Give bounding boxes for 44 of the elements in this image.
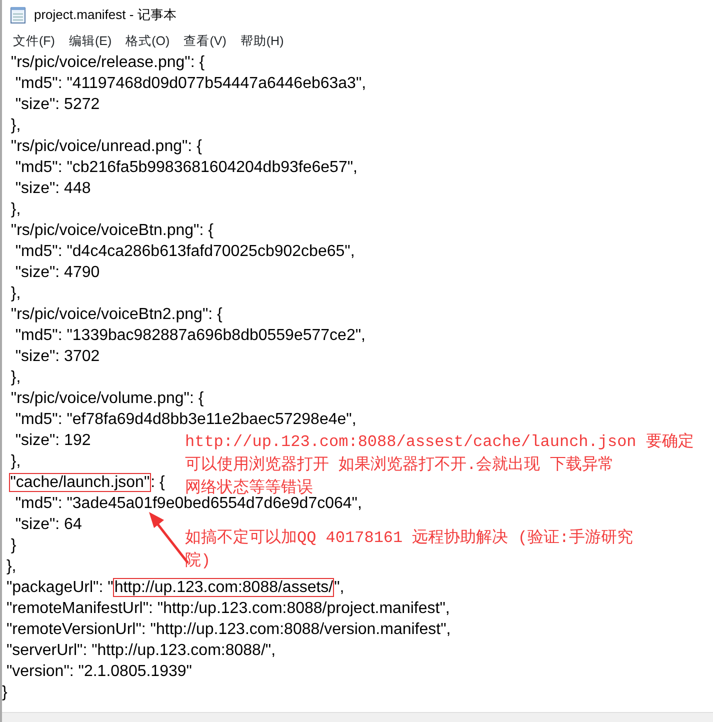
code-line: "rs/pic/voice/voiceBtn2.png": { xyxy=(10,305,222,325)
code-line: "remoteVersionUrl": "http://up.123.com:8088/version.manifest", xyxy=(5,620,451,640)
code-line: "md5": "1339bac982887a696b8db0559e577ce2", xyxy=(14,326,366,346)
code-line: }, xyxy=(10,116,21,136)
code-line: "version": "2.1.0805.1939" xyxy=(5,662,192,682)
notepad-icon xyxy=(10,6,26,24)
annotation-note: 如搞不定可以加QQ 40178161 远程协助解决 (验证:手游研究 院) xyxy=(185,528,634,572)
code-text: ", xyxy=(334,579,344,596)
horizontal-scrollbar[interactable] xyxy=(2,712,713,722)
code-line: "rs/pic/voice/voiceBtn.png": { xyxy=(10,221,214,241)
annotation-note: http://up.123.com:8088/assest/cache/launch.json 要确定 可以使用浏览器打开 如果浏览器打不开.会就出现 下载异常 网络状态等等错误 xyxy=(185,432,694,497)
code-line: "size": 3702 xyxy=(14,347,100,367)
menu-item[interactable]: 编辑(E) xyxy=(62,32,119,50)
menu-item[interactable]: 文件(F) xyxy=(6,32,62,50)
code-line: }, xyxy=(5,557,16,577)
code-line: "rs/pic/voice/release.png": { xyxy=(10,53,205,73)
code-line: "md5": "cb216fa5b9983681604204db93fe6e57", xyxy=(14,158,358,178)
code-text: : { xyxy=(150,474,165,491)
code-line: }, xyxy=(10,368,21,388)
code-line: "md5": "d4c4ca286b613fafd70025cb902cbe65", xyxy=(14,242,355,262)
code-line: "remoteManifestUrl": "http:/up.123.com:8088/project.manifest", xyxy=(5,599,450,619)
code-line: "size": 448 xyxy=(14,179,91,199)
code-line: } xyxy=(10,536,16,556)
highlighted-text: http://up.123.com:8088/assets/ xyxy=(113,578,334,597)
code-line: "serverUrl": "http://up.123.com:8088/", xyxy=(5,641,276,661)
window-title: project.manifest - 记事本 xyxy=(34,6,176,24)
code-line: "size": 5272 xyxy=(14,95,100,115)
code-line: "md5": "ef78fa69d4d8bb3e11e2baec57298e4e", xyxy=(14,410,356,430)
code-line: }, xyxy=(10,452,21,472)
code-line: "size": 192 xyxy=(14,431,91,451)
code-line: "rs/pic/voice/unread.png": { xyxy=(10,137,202,157)
highlighted-text: "cache/launch.json" xyxy=(9,473,151,492)
menu-item[interactable]: 查看(V) xyxy=(176,32,234,50)
menu-item[interactable]: 格式(O) xyxy=(118,32,177,50)
code-line: "md5": "41197468d09d077b54447a6446eb63a3", xyxy=(14,74,366,94)
menu-item[interactable]: 帮助(H) xyxy=(233,32,291,50)
code-line: "rs/pic/voice/volume.png": { xyxy=(10,389,204,409)
code-line: "size": 4790 xyxy=(14,263,100,283)
code-line: "md5": "3ade45a01f9e0bed6554d7d6e9d7c064", xyxy=(14,494,362,514)
code-text: "packageUrl": " xyxy=(5,579,114,596)
code-line: }, xyxy=(10,200,21,220)
code-line: } xyxy=(2,683,8,703)
code-line: }, xyxy=(10,284,21,304)
code-line: "size": 64 xyxy=(14,515,82,535)
